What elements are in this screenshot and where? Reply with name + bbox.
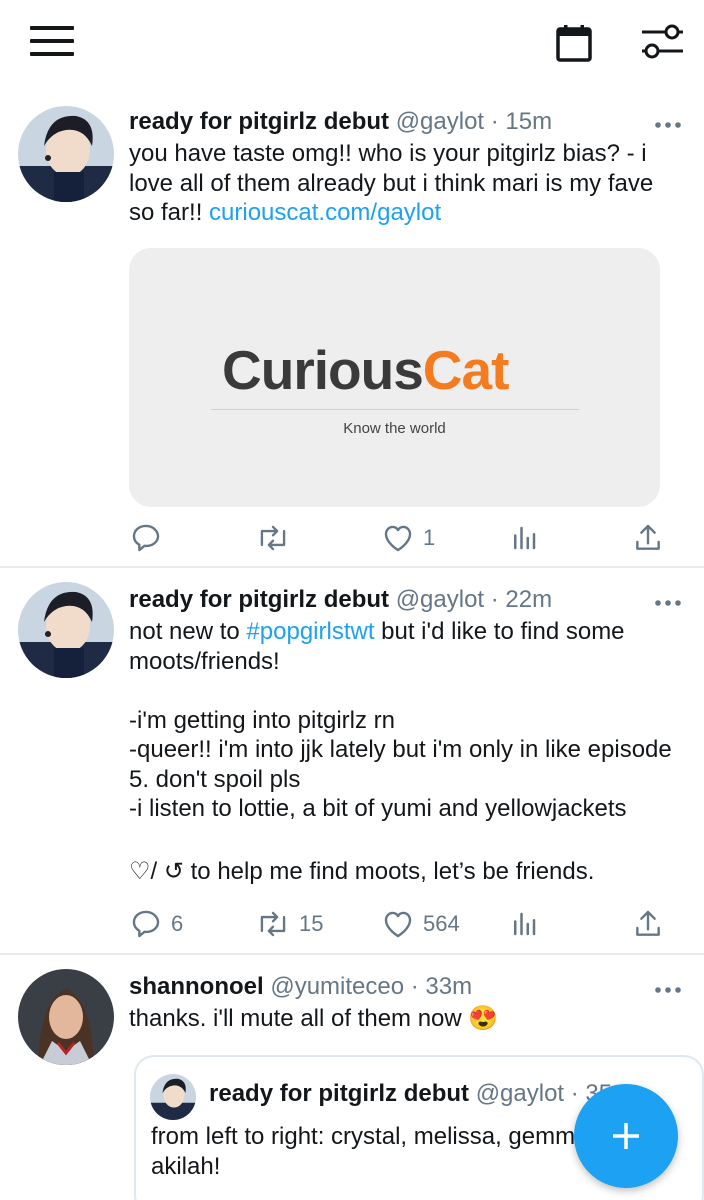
share-button[interactable] <box>632 906 664 942</box>
display-name[interactable]: shannonoel <box>129 973 264 1000</box>
tweet-line: -queer!! i'm into jjk lately but i'm onl… <box>129 736 672 793</box>
display-name[interactable]: ready for pitgirlz debut <box>129 108 389 135</box>
tweet-link[interactable]: curiouscat.com/gaylot <box>209 199 441 226</box>
analytics-button[interactable] <box>509 520 539 556</box>
top-bar <box>0 0 704 86</box>
display-name: ready for pitgirlz debut <box>209 1080 470 1107</box>
curiouscat-logo: CuriousCat <box>222 339 509 401</box>
like-button[interactable]: 564 <box>381 906 460 942</box>
heart-icon <box>384 911 412 938</box>
avatar[interactable] <box>150 1074 196 1120</box>
share-icon <box>636 524 660 550</box>
user-handle[interactable]: @gaylot <box>396 586 484 613</box>
link-preview-card[interactable]: CuriousCat Know the world <box>129 248 660 507</box>
reply-button[interactable] <box>129 520 163 556</box>
plus-icon <box>613 1123 639 1149</box>
user-handle[interactable]: @yumiteceo <box>270 973 404 1000</box>
reply-icon <box>132 524 160 552</box>
heart-icon <box>384 525 412 552</box>
tweet-line: -i'm getting into pitgirlz rn <box>129 706 396 734</box>
display-name[interactable]: ready for pitgirlz debut <box>129 586 389 613</box>
tweet[interactable]: ready for pitgirlz debut @gaylot · 22m n… <box>0 568 704 955</box>
user-handle[interactable]: @gaylot <box>396 108 484 135</box>
tweet-line: ♡/ ↺ to help me find moots, let’s be fri… <box>129 857 595 885</box>
analytics-icon <box>514 912 536 936</box>
more-options-icon[interactable] <box>654 595 682 606</box>
user-handle: @gaylot <box>475 1080 565 1107</box>
avatar[interactable] <box>18 969 114 1065</box>
timestamp: · 22m <box>490 586 553 613</box>
like-count: 564 <box>423 911 460 936</box>
quoted-tweet-header: ready for pitgirlz debut @gaylot · 35m <box>209 1079 632 1109</box>
card-tagline: Know the world <box>343 420 446 437</box>
retweet-icon <box>260 525 286 551</box>
tweet-header: ready for pitgirlz debut @gaylot · 22m <box>129 585 552 615</box>
tweet-text: not new to #popgirlstwt but i'd like to … <box>129 617 681 886</box>
hamburger-menu-icon[interactable] <box>30 26 74 56</box>
tweet-header: shannonoel @yumiteceo · 33m <box>129 972 472 1002</box>
tweet[interactable]: ready for pitgirlz debut @gaylot · 15m y… <box>0 86 704 568</box>
reply-icon <box>132 910 160 938</box>
tweet-actions: 1 <box>129 520 681 556</box>
like-count: 1 <box>423 525 436 550</box>
avatar[interactable] <box>18 582 114 678</box>
tweet-header: ready for pitgirlz debut @gaylot · 15m <box>129 107 552 137</box>
tweet-line: -i listen to lottie, a bit of yumi and y… <box>129 795 627 822</box>
divider <box>211 409 579 410</box>
share-icon <box>636 910 660 936</box>
hashtag-link[interactable]: #popgirlstwt <box>246 618 374 645</box>
retweet-button[interactable]: 15 <box>255 906 323 942</box>
tweet-text: thanks. i'll mute all of them now 😍 <box>129 1005 499 1032</box>
retweet-count: 15 <box>299 911 324 936</box>
more-options-icon[interactable] <box>654 982 682 993</box>
calendar-icon[interactable] <box>556 24 592 62</box>
share-button[interactable] <box>632 520 664 556</box>
analytics-icon <box>514 526 536 550</box>
retweet-button[interactable] <box>255 520 291 556</box>
more-options-icon[interactable] <box>654 117 682 128</box>
tweet-text: you have taste omg!! who is your pitgirl… <box>129 139 681 228</box>
reply-button[interactable]: 6 <box>129 906 183 942</box>
compose-button[interactable] <box>574 1084 678 1188</box>
timestamp: · 15m <box>490 108 553 135</box>
reply-count: 6 <box>171 911 184 936</box>
sliders-icon[interactable] <box>640 22 684 62</box>
avatar[interactable] <box>18 106 114 202</box>
tweet-paragraph: not new to #popgirlstwt but i'd like to … <box>129 618 625 675</box>
tweet-actions: 6 15 564 <box>129 906 681 942</box>
like-button[interactable]: 1 <box>381 520 435 556</box>
timestamp: · 33m <box>410 973 473 1000</box>
retweet-icon <box>260 911 286 937</box>
analytics-button[interactable] <box>509 906 539 942</box>
